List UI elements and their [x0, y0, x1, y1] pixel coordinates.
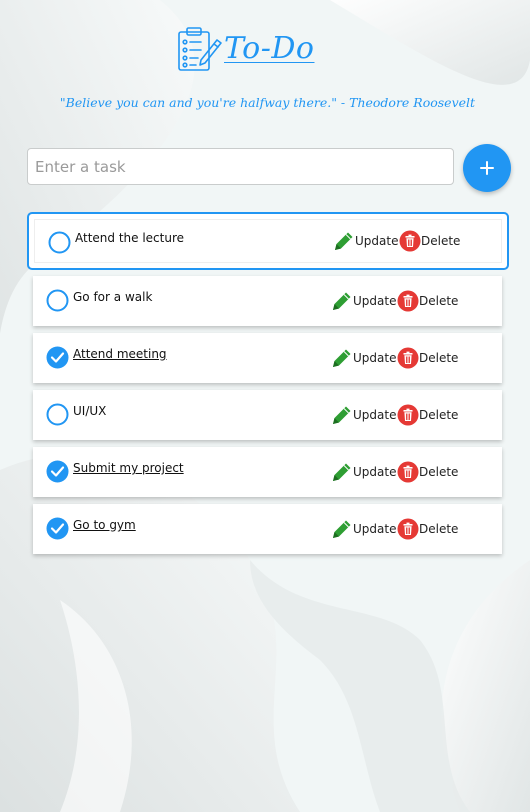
- clipboard-checklist-icon: [177, 26, 223, 72]
- task-text: Go for a walk: [73, 290, 153, 304]
- task-item: Submit my project Update Delete: [33, 447, 502, 497]
- task-item: Attend the lecture Update Delete: [27, 212, 509, 270]
- update-button[interactable]: Update: [331, 345, 396, 371]
- task-text: Go to gym: [73, 518, 136, 532]
- task-text: UI/UX: [73, 404, 107, 418]
- checked-circle-icon[interactable]: [46, 346, 69, 369]
- trash-icon: [399, 230, 421, 252]
- pencil-icon: [333, 230, 355, 252]
- task-text: Attend the lecture: [75, 231, 185, 245]
- checked-circle-icon[interactable]: [46, 517, 69, 540]
- todo-app: To-Do "Believe you can and you're halfwa…: [0, 0, 530, 812]
- plus-icon: [463, 160, 511, 176]
- update-label: Update: [353, 351, 397, 365]
- update-button[interactable]: Update: [331, 288, 396, 314]
- update-button[interactable]: Update: [333, 228, 398, 254]
- update-button[interactable]: Update: [331, 402, 396, 428]
- update-label: Update: [353, 294, 397, 308]
- pencil-icon: [331, 518, 353, 540]
- delete-button[interactable]: Delete: [399, 228, 460, 254]
- app-title: To-Do: [224, 31, 315, 66]
- delete-label: Delete: [421, 234, 461, 248]
- update-label: Update: [355, 234, 399, 248]
- app-header: To-Do: [0, 24, 530, 74]
- delete-button[interactable]: Delete: [397, 288, 458, 314]
- trash-icon: [397, 461, 419, 483]
- delete-button[interactable]: Delete: [397, 459, 458, 485]
- motivational-quote: "Believe you can and you're halfway ther…: [59, 95, 476, 110]
- task-input[interactable]: [27, 148, 454, 185]
- task-text: Attend meeting: [73, 347, 167, 361]
- delete-label: Delete: [419, 522, 459, 536]
- update-label: Update: [353, 408, 397, 422]
- delete-button[interactable]: Delete: [397, 516, 458, 542]
- trash-icon: [397, 347, 419, 369]
- task-item: Go for a walk Update Delete: [33, 276, 502, 326]
- pencil-icon: [331, 290, 353, 312]
- update-label: Update: [353, 522, 397, 536]
- delete-label: Delete: [419, 465, 459, 479]
- delete-label: Delete: [419, 408, 459, 422]
- delete-button[interactable]: Delete: [397, 402, 458, 428]
- task-item: Attend meeting Update Delete: [33, 333, 502, 383]
- trash-icon: [397, 518, 419, 540]
- unchecked-circle-icon[interactable]: [46, 289, 69, 312]
- update-button[interactable]: Update: [331, 516, 396, 542]
- update-label: Update: [353, 465, 397, 479]
- checked-circle-icon[interactable]: [46, 460, 69, 483]
- delete-label: Delete: [419, 294, 459, 308]
- unchecked-circle-icon[interactable]: [46, 403, 69, 426]
- task-item: Go to gym Update Delete: [33, 504, 502, 554]
- update-button[interactable]: Update: [331, 459, 396, 485]
- delete-button[interactable]: Delete: [397, 345, 458, 371]
- delete-label: Delete: [419, 351, 459, 365]
- pencil-icon: [331, 461, 353, 483]
- trash-icon: [397, 404, 419, 426]
- task-item: UI/UX Update Delete: [33, 390, 502, 440]
- pencil-icon: [331, 347, 353, 369]
- add-task-button[interactable]: [463, 144, 511, 192]
- pencil-icon: [331, 404, 353, 426]
- trash-icon: [397, 290, 419, 312]
- unchecked-circle-icon[interactable]: [48, 231, 71, 254]
- task-text: Submit my project: [73, 461, 184, 475]
